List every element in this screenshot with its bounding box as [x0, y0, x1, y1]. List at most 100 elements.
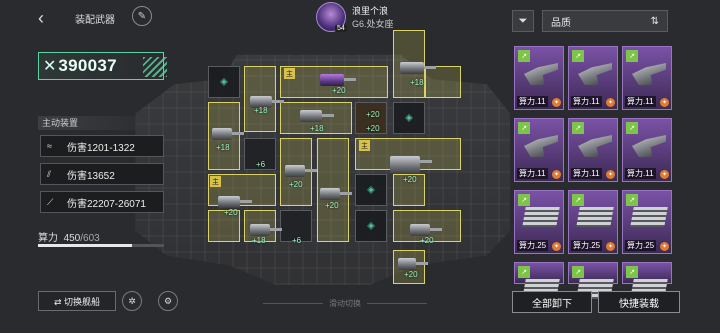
inventory-weapon-card[interactable]: ↗ — [568, 262, 618, 299]
bonus-label: +18 — [252, 236, 266, 245]
stat-row[interactable]: ⫽ 伤害13652 — [40, 163, 164, 185]
weapon-type-icon: ✦ — [606, 98, 615, 107]
swipe-hint: 滑动切换 — [240, 298, 450, 309]
missile-launcher-weapon[interactable] — [320, 74, 356, 86]
fleet-icon[interactable]: ✲ — [122, 291, 142, 311]
cannon-weapon[interactable] — [320, 188, 352, 200]
inventory-weapon-card[interactable]: ↗ 算力.11 ✦ — [514, 118, 564, 182]
equip-slot-icon: ↗ — [626, 122, 638, 134]
cannon-weapon[interactable] — [250, 224, 282, 236]
inventory-weapon-card[interactable]: ↗ — [622, 262, 672, 299]
player-name: 浪里个浪 — [352, 6, 389, 16]
weapon-power-cost: 算力.11 — [571, 168, 602, 179]
cannon-weapon[interactable] — [300, 110, 334, 122]
sort-quality-select[interactable]: 品质 ⇅ — [542, 10, 668, 32]
weapon-type-icon: ✦ — [660, 170, 669, 179]
player-level-badge: 54 — [335, 25, 347, 32]
capacity-progress-bar — [38, 244, 164, 247]
weapon-image — [632, 135, 666, 157]
weapon-image — [524, 135, 558, 157]
beam-icon: ⟋ — [47, 196, 54, 207]
cannon-weapon[interactable] — [285, 165, 317, 177]
weapon-power-cost: 算力.11 — [571, 96, 602, 107]
decorative-stripes — [143, 57, 167, 77]
weapon-power-cost: 算力.11 — [625, 168, 656, 179]
avatar[interactable]: 54 — [316, 2, 347, 32]
bonus-label: +20 — [325, 201, 339, 210]
switch-ship-button[interactable]: ⇄ 切换舰船 — [38, 291, 116, 311]
grid-slot-empty[interactable] — [393, 102, 425, 134]
weapon-power-cost: 算力.11 — [517, 168, 548, 179]
bonus-label: +18 — [410, 78, 424, 87]
weapon-power-cost: 算力.11 — [517, 96, 548, 107]
inventory-weapon-card[interactable]: ↗ 算力.11 ✦ — [514, 46, 564, 110]
cannon-weapon[interactable] — [212, 128, 244, 140]
capacity-max: /603 — [80, 233, 100, 244]
page-title: 装配武器 — [75, 15, 115, 26]
edit-pencil-icon[interactable]: ✎ — [132, 6, 152, 26]
weapon-image — [522, 207, 560, 227]
inventory-weapon-card[interactable]: ↗ 算力.11 ✦ — [568, 118, 618, 182]
player-server: G6.处女座 — [352, 19, 394, 29]
capacity-label: 算力 450/603 — [38, 229, 100, 244]
weapon-type-icon: ✦ — [552, 170, 561, 179]
player-info[interactable]: 54 浪里个浪 G6.处女座 — [316, 2, 394, 32]
weapon-power-cost: 算力.25 — [517, 240, 549, 251]
ship-icon[interactable]: ⚙ — [158, 291, 178, 311]
cannon-icon: ⫽ — [47, 168, 52, 179]
combat-power-value: 390037 — [58, 56, 117, 75]
inventory-weapon-card[interactable]: ↗ 算力.11 ✦ — [622, 46, 672, 110]
grid-slot[interactable] — [425, 66, 461, 98]
bonus-label: +20 — [289, 180, 303, 189]
sort-order-icon: ⇅ — [650, 15, 659, 27]
unload-all-button[interactable]: 全部卸下 — [512, 291, 592, 313]
cannon-weapon[interactable] — [410, 224, 442, 236]
grid-slot-empty[interactable] — [355, 210, 387, 242]
equip-slot-icon: ↗ — [518, 194, 530, 206]
bonus-label: +6 — [256, 160, 266, 169]
main-weapon-tag: 主 — [210, 176, 221, 187]
weapon-type-icon: ✦ — [660, 98, 669, 107]
cannon-weapon[interactable] — [400, 62, 436, 74]
filter-icon[interactable]: ⏷ — [512, 10, 534, 32]
sort-label: 品质 — [551, 17, 571, 29]
weapon-power-cost: 算力.11 — [625, 96, 656, 107]
weapon-type-icon: ✦ — [660, 242, 669, 251]
weapon-type-icon: ✦ — [606, 170, 615, 179]
grid-slot-empty[interactable] — [355, 174, 387, 206]
bonus-label: +20 — [420, 236, 434, 245]
heavy-turret-weapon[interactable] — [390, 156, 432, 174]
inventory-weapon-card[interactable]: ↗ 算力.25 ✦ — [514, 190, 564, 254]
quick-equip-button[interactable]: 快捷装载 — [598, 291, 680, 313]
capacity-used: 450 — [63, 233, 81, 244]
back-arrow-icon[interactable]: ‹ — [38, 8, 44, 29]
active-device-heading: 主动装置 — [38, 116, 164, 130]
equip-slot-icon: ↗ — [518, 50, 530, 62]
equip-slot-icon: ↗ — [572, 122, 584, 134]
bonus-label: +6 — [292, 236, 302, 245]
cannon-weapon[interactable] — [218, 196, 252, 208]
equip-slot-icon: ↗ — [518, 266, 530, 278]
bonus-label: +20 — [403, 175, 417, 184]
weapon-power-cost: 算力.25 — [625, 240, 657, 251]
weapon-image — [524, 63, 558, 85]
weapon-inventory-panel: ↗ 算力.11 ✦ ↗ 算力.11 ✦ ↗ 算力.11 ✦ ↗ 算力.11 ✦ ↗ 算力.11 ✦ ↗ 算力.1… — [510, 42, 680, 299]
inventory-weapon-card[interactable]: ↗ 算力.25 ✦ — [622, 190, 672, 254]
inventory-weapon-card[interactable]: ↗ 算力.11 ✦ — [622, 118, 672, 182]
bonus-label: +18 — [254, 106, 268, 115]
cannon-weapon[interactable] — [398, 258, 428, 270]
grid-slot-empty[interactable] — [208, 66, 240, 98]
equip-slot-icon: ↗ — [572, 266, 584, 278]
equip-slot-icon: ↗ — [518, 122, 530, 134]
stat-row[interactable]: ≈ 伤害1201-1322 — [40, 135, 164, 157]
inventory-weapon-card[interactable]: ↗ 算力.11 ✦ — [568, 46, 618, 110]
capacity-title: 算力 — [38, 233, 58, 244]
bonus-label: +20 — [366, 124, 380, 133]
weapon-power-cost: 算力.25 — [571, 240, 603, 251]
weapon-image — [578, 135, 612, 157]
inventory-weapon-card[interactable]: ↗ 算力.25 ✦ — [568, 190, 618, 254]
weapon-image — [576, 207, 614, 227]
combat-power-display: ✕ 390037 — [38, 52, 167, 80]
stat-row[interactable]: ⟋ 伤害22207-26071 — [40, 191, 164, 213]
inventory-weapon-card[interactable]: ↗ — [514, 262, 564, 299]
